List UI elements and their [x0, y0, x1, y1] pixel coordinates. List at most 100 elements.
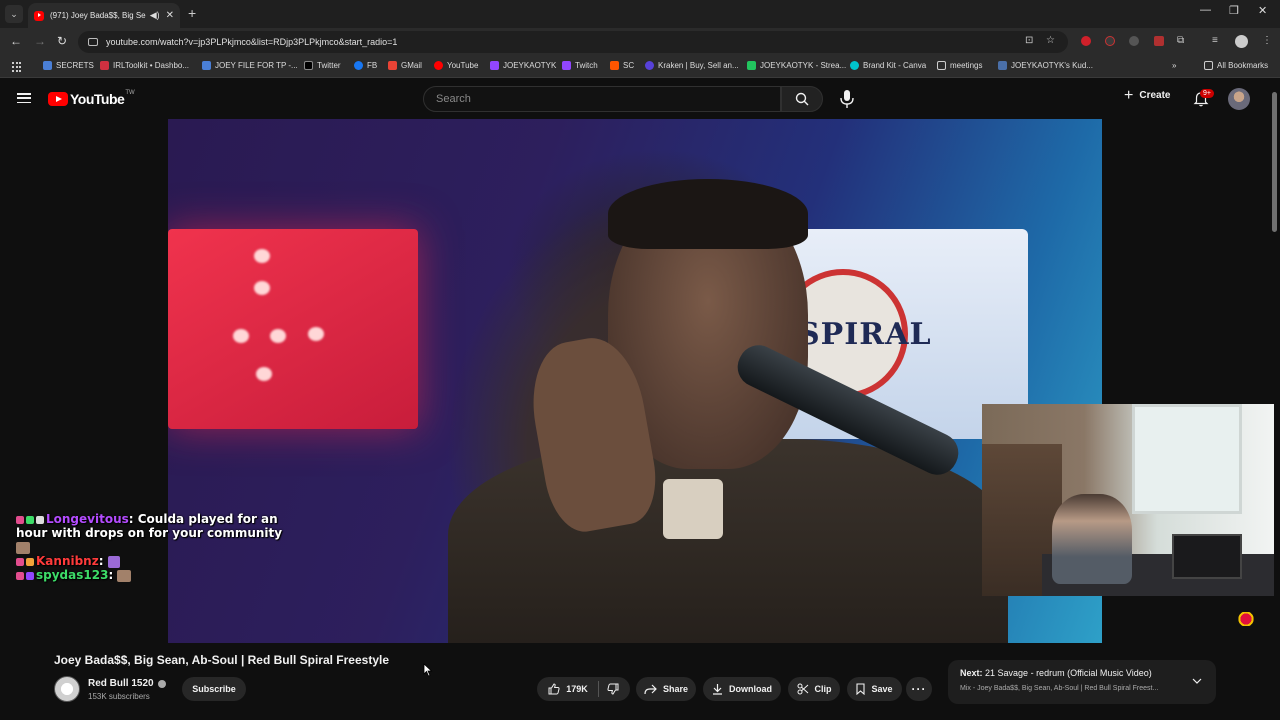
- extension-grey-icon[interactable]: [1129, 36, 1139, 46]
- bookmark-item[interactable]: SECRETS: [43, 61, 94, 70]
- site-info-icon[interactable]: [88, 38, 98, 46]
- chat-message: Kannibnz:: [16, 554, 286, 568]
- spiral-sign-text: SPIRAL: [798, 317, 932, 352]
- up-next-playlist: Mix - Joey Bada$$, Big Sean, Ab-Soul | R…: [960, 685, 1159, 692]
- browser-tab-bar: ⌄ (971) Joey Bada$$, Big Sean ◀︎) ✕ + — …: [0, 0, 1280, 28]
- bookmark-item[interactable]: JOEYKAOTYK's Kud...: [998, 61, 1093, 70]
- bookmarks-overflow-icon[interactable]: »: [1172, 61, 1176, 70]
- tab-close-icon[interactable]: ✕: [166, 10, 174, 21]
- dislike-button[interactable]: [607, 683, 619, 695]
- share-arrow-icon: [644, 684, 657, 694]
- window-close-icon[interactable]: ✕: [1258, 4, 1267, 17]
- apps-grid-icon[interactable]: [12, 62, 22, 72]
- gmail-icon: [388, 61, 397, 70]
- thumbs-down-icon: [607, 683, 619, 695]
- verified-icon: [157, 679, 166, 688]
- minimize-icon[interactable]: —: [1200, 4, 1211, 16]
- back-icon[interactable]: ←: [10, 34, 22, 48]
- emote-icon: [16, 541, 30, 554]
- badge-icon: [26, 515, 34, 524]
- youtube-icon: [434, 61, 443, 70]
- account-avatar[interactable]: [1228, 88, 1250, 110]
- tab-search-button[interactable]: ⌄: [5, 5, 23, 23]
- channel-name[interactable]: Red Bull 1520: [88, 678, 166, 689]
- more-actions-button[interactable]: ···: [906, 677, 932, 701]
- youtube-favicon-icon: [34, 10, 44, 21]
- extensions-puzzle-icon[interactable]: ⧉: [1177, 35, 1184, 46]
- bookmark-folder[interactable]: meetings: [937, 61, 982, 70]
- bookmark-item[interactable]: Brand Kit - Canva: [850, 61, 926, 70]
- install-app-icon[interactable]: ⊡: [1025, 35, 1033, 46]
- microphone-icon[interactable]: [838, 88, 856, 110]
- guide-menu-icon[interactable]: [17, 93, 31, 103]
- url-bar[interactable]: youtube.com/watch?v=jp3PLPkjmco&list=RDj…: [78, 31, 1068, 53]
- video-player[interactable]: SPIRAL: [168, 119, 1102, 643]
- badge-icon: [16, 557, 24, 566]
- save-button[interactable]: Save: [847, 677, 902, 701]
- badge-icon: [26, 557, 34, 566]
- doc-icon: [43, 61, 52, 70]
- bookmark-item[interactable]: FB: [354, 61, 377, 70]
- bookmark-item[interactable]: JOEYKAOTYK - Strea...: [747, 61, 846, 70]
- search-icon: [795, 92, 809, 106]
- bookmark-item[interactable]: YouTube: [434, 61, 478, 70]
- youtube-header: YouTube TW Search + Create 9+: [0, 79, 1280, 119]
- twitch-icon: [490, 61, 499, 70]
- notification-badge: 9+: [1200, 89, 1214, 98]
- subscriber-count: 153K subscribers: [88, 692, 150, 701]
- extension-dark-icon[interactable]: [1105, 36, 1115, 46]
- badge-icon: [16, 571, 24, 580]
- scissors-icon: [797, 683, 808, 695]
- download-button[interactable]: Download: [703, 677, 781, 701]
- all-bookmarks-folder[interactable]: All Bookmarks: [1204, 61, 1268, 70]
- bookmark-item[interactable]: Twitch: [562, 61, 598, 70]
- new-tab-button[interactable]: +: [188, 5, 196, 21]
- bookmark-item[interactable]: IRLToolkit • Dashbo...: [100, 61, 189, 70]
- streamer-webcam: [982, 404, 1274, 596]
- search-input[interactable]: Search: [423, 86, 781, 112]
- youtube-logo[interactable]: YouTube TW: [48, 90, 135, 107]
- subscribe-button[interactable]: Subscribe: [182, 677, 246, 701]
- ellipsis-icon: ···: [911, 682, 927, 696]
- facebook-icon: [354, 61, 363, 70]
- browser-tab-active[interactable]: (971) Joey Bada$$, Big Sean ◀︎) ✕: [28, 3, 180, 28]
- badge-icon: [16, 515, 24, 524]
- bookmark-item[interactable]: Kraken | Buy, Sell an...: [645, 61, 739, 70]
- folder-icon: [937, 61, 946, 70]
- like-button[interactable]: 179K: [548, 683, 588, 695]
- forward-icon[interactable]: →: [34, 34, 46, 48]
- bookmark-item[interactable]: GMail: [388, 61, 422, 70]
- up-next-title: Next: 21 Savage - redrum (Official Music…: [960, 668, 1152, 678]
- bookmark-item[interactable]: JOEYKAOTYK: [490, 61, 556, 70]
- webcam-person: [1052, 494, 1132, 584]
- page-scrollbar[interactable]: [1272, 92, 1277, 232]
- channel-avatar[interactable]: [54, 676, 80, 702]
- badge-icon: [26, 571, 34, 580]
- restore-icon[interactable]: ❐: [1229, 4, 1239, 17]
- speaker-icon[interactable]: ◀︎): [150, 10, 160, 21]
- extension-red-icon[interactable]: [1081, 36, 1091, 46]
- tab-title: (971) Joey Bada$$, Big Sean: [50, 11, 146, 20]
- media-controls-icon[interactable]: ≡: [1212, 35, 1218, 46]
- plus-icon: +: [1124, 86, 1134, 104]
- canva-icon: [850, 61, 859, 70]
- emote-icon: [117, 569, 132, 582]
- chevron-down-icon[interactable]: [1192, 676, 1202, 686]
- badge-icon: [36, 515, 44, 524]
- red-bull-watermark-icon: [1238, 612, 1258, 626]
- bookmark-item[interactable]: JOEY FILE FOR TP -...: [202, 61, 298, 70]
- clip-button[interactable]: Clip: [788, 677, 840, 701]
- profile-icon[interactable]: [1235, 35, 1248, 48]
- soundcloud-icon: [610, 61, 619, 70]
- bookmark-star-icon[interactable]: ☆: [1046, 35, 1055, 46]
- bookmark-item[interactable]: SC: [610, 61, 634, 70]
- search-button[interactable]: [781, 86, 823, 112]
- share-button[interactable]: Share: [636, 677, 696, 701]
- browser-menu-icon[interactable]: ⋮: [1262, 35, 1272, 46]
- up-next-box[interactable]: Next: 21 Savage - redrum (Official Music…: [948, 660, 1216, 704]
- bookmark-item[interactable]: Twitter: [304, 61, 341, 70]
- create-button[interactable]: + Create: [1124, 86, 1170, 104]
- extension-calendar-icon[interactable]: [1154, 36, 1164, 46]
- address-toolbar: ← → ↻ youtube.com/watch?v=jp3PLPkjmco&li…: [0, 28, 1280, 56]
- reload-icon[interactable]: ↻: [57, 34, 67, 48]
